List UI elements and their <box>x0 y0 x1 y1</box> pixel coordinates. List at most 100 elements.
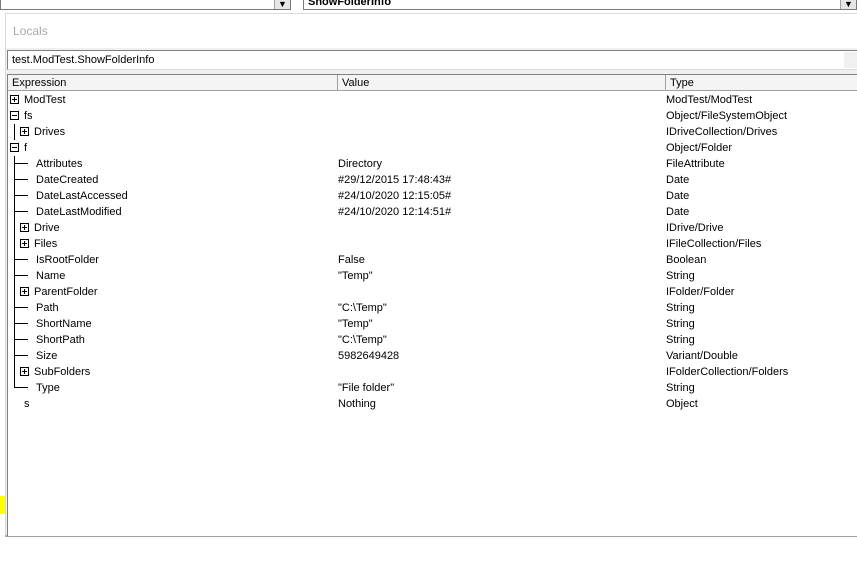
expression-cell: IsRootFolder <box>36 254 99 266</box>
tree-line <box>14 163 28 164</box>
locals-row[interactable]: Size 5982649428 Variant/Double <box>8 348 857 364</box>
type-cell: IFileCollection/Files <box>666 238 762 250</box>
tree-line <box>14 252 15 268</box>
type-cell: Date <box>666 190 690 202</box>
tree-line <box>14 236 15 252</box>
value-cell[interactable]: 5982649428 <box>338 350 399 362</box>
locals-row[interactable]: Attributes Directory FileAttribute <box>8 156 857 172</box>
window-title: Locals <box>13 24 48 38</box>
expression-cell: DateLastAccessed <box>36 190 128 202</box>
tree-line <box>14 307 28 308</box>
expression-cell: Size <box>36 350 58 362</box>
value-cell[interactable]: "C:\Temp" <box>338 334 387 346</box>
procedure-combo[interactable]: ShowFolderInfo ▼ <box>303 0 857 10</box>
expand-plus-icon[interactable] <box>20 239 29 248</box>
call-stack-button[interactable] <box>844 52 857 68</box>
tree-line <box>14 211 28 212</box>
tree-line <box>14 124 15 140</box>
expression-cell: DateCreated <box>36 174 99 186</box>
expression-cell: Drive <box>34 222 60 234</box>
locals-row[interactable]: Drive IDrive/Drive <box>8 220 857 236</box>
expression-cell: ShortPath <box>36 334 85 346</box>
column-header-expression[interactable]: Expression <box>8 75 338 91</box>
column-header-value[interactable]: Value <box>338 75 666 91</box>
expression-cell: Drives <box>34 126 66 138</box>
type-cell: IDrive/Drive <box>666 222 724 234</box>
locals-row[interactable]: Type "File folder" String <box>8 380 857 396</box>
locals-row[interactable]: ModTest ModTest/ModTest <box>8 92 857 108</box>
expand-plus-icon[interactable] <box>20 367 29 376</box>
expression-cell: Name <box>36 270 66 282</box>
value-cell[interactable]: #24/10/2020 12:14:51# <box>338 206 451 218</box>
expand-plus-icon[interactable] <box>20 127 29 136</box>
value-cell[interactable]: "File folder" <box>338 382 394 394</box>
column-header-type[interactable]: Type <box>666 75 857 91</box>
expression-cell: f <box>24 142 28 154</box>
value-cell[interactable]: Directory <box>338 158 382 170</box>
type-cell: Boolean <box>666 254 707 266</box>
expand-plus-icon[interactable] <box>10 95 19 104</box>
expression-cell: ParentFolder <box>34 286 98 298</box>
call-stack-context: test.ModTest.ShowFolderInfo <box>7 50 857 70</box>
tree-line <box>14 323 28 324</box>
tree-line <box>14 300 15 316</box>
tree-line <box>14 387 28 388</box>
object-combo[interactable]: ▼ <box>0 0 291 10</box>
expression-cell: Files <box>34 238 58 250</box>
tree-line <box>14 339 28 340</box>
expression-cell: ShortName <box>36 318 92 330</box>
locals-row[interactable]: ParentFolder IFolder/Folder <box>8 284 857 300</box>
locals-row[interactable]: IsRootFolder False Boolean <box>8 252 857 268</box>
expression-cell: Attributes <box>36 158 83 170</box>
type-cell: Object/FileSystemObject <box>666 110 788 122</box>
value-cell[interactable]: #24/10/2020 12:15:05# <box>338 190 451 202</box>
type-cell: Variant/Double <box>666 350 738 362</box>
locals-row[interactable]: s Nothing Object <box>8 396 857 412</box>
expression-cell: Type <box>36 382 60 394</box>
locals-title-bar[interactable]: Locals <box>6 14 857 48</box>
locals-row[interactable]: Path "C:\Temp" String <box>8 300 857 316</box>
type-cell: Date <box>666 206 690 218</box>
value-cell[interactable]: False <box>338 254 365 266</box>
value-cell[interactable]: #29/12/2015 17:48:43# <box>338 174 451 186</box>
locals-row[interactable]: Drives IDriveCollection/Drives <box>8 124 857 140</box>
locals-row[interactable]: ShortPath "C:\Temp" String <box>8 332 857 348</box>
locals-row[interactable]: Files IFileCollection/Files <box>8 236 857 252</box>
locals-grid: Expression Value Type ModTest ModTest/Mod… <box>7 74 857 536</box>
tree-line <box>14 364 15 380</box>
locals-row[interactable]: ShortName "Temp" String <box>8 316 857 332</box>
tree-line <box>14 188 15 204</box>
collapse-minus-icon[interactable] <box>10 143 19 152</box>
type-cell: FileAttribute <box>666 158 725 170</box>
value-cell[interactable]: "Temp" <box>338 318 373 330</box>
expression-cell: SubFolders <box>34 366 91 378</box>
locals-window: Locals test.ModTest.ShowFolderInfo Expre… <box>5 13 857 537</box>
locals-row[interactable]: DateLastAccessed #24/10/2020 12:15:05# Dat… <box>8 188 857 204</box>
type-cell: String <box>666 382 695 394</box>
expression-cell: Path <box>36 302 59 314</box>
tree-line <box>14 220 15 236</box>
collapse-minus-icon[interactable] <box>10 111 19 120</box>
locals-row[interactable]: f Object/Folder <box>8 140 857 156</box>
tree-line <box>14 204 15 220</box>
tree-line <box>14 332 15 348</box>
locals-row[interactable]: DateLastModified #24/10/2020 12:14:51# Dat… <box>8 204 857 220</box>
locals-row[interactable]: fs Object/FileSystemObject <box>8 108 857 124</box>
expression-cell: DateLastModified <box>36 206 122 218</box>
expand-plus-icon[interactable] <box>20 223 29 232</box>
editor-toolbar-strip: ▼ ShowFolderInfo ▼ <box>0 0 857 12</box>
chevron-down-icon[interactable]: ▼ <box>274 0 290 9</box>
tree-line <box>14 284 15 300</box>
value-cell[interactable]: "C:\Temp" <box>338 302 387 314</box>
value-cell[interactable]: "Temp" <box>338 270 373 282</box>
value-cell[interactable]: Nothing <box>338 398 376 410</box>
locals-row[interactable]: SubFolders IFolderCollection/Folders <box>8 364 857 380</box>
type-cell: Date <box>666 174 690 186</box>
tree-line <box>14 268 15 284</box>
type-cell: IFolder/Folder <box>666 286 735 298</box>
type-cell: String <box>666 302 695 314</box>
locals-row[interactable]: Name "Temp" String <box>8 268 857 284</box>
locals-row[interactable]: DateCreated #29/12/2015 17:48:43# Date <box>8 172 857 188</box>
expand-plus-icon[interactable] <box>20 287 29 296</box>
chevron-down-icon[interactable]: ▼ <box>840 0 856 9</box>
